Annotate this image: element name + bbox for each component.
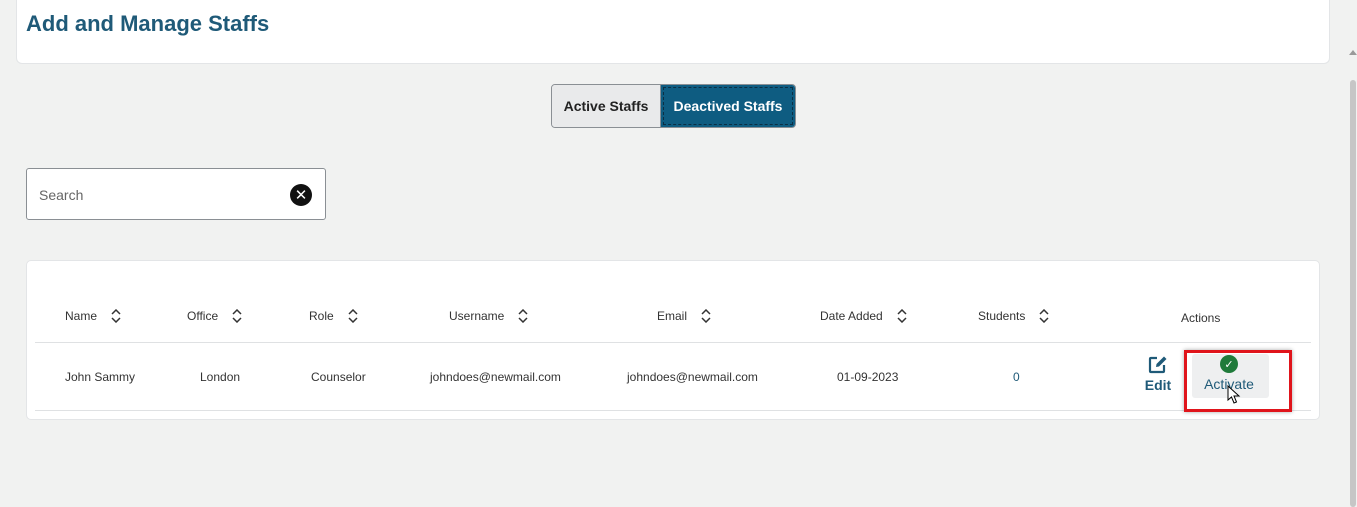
cell-username: johndoes@newmail.com [430,370,561,384]
sort-updown-icon[interactable] [348,309,358,323]
cell-office: London [200,370,241,384]
column-header-label: Office [187,309,219,323]
edit-label: Edit [1144,377,1172,393]
column-header-label: Email [657,309,688,323]
check-circle-icon: ✓ [1220,355,1238,373]
column-header-name[interactable]: Name [65,309,121,323]
row-divider [35,410,1311,411]
column-header-students[interactable]: Students [978,309,1049,323]
close-circle-icon[interactable]: ✕ [290,184,312,206]
column-header-username[interactable]: Username [449,309,528,323]
column-header-email[interactable]: Email [657,309,711,323]
column-header-label: Students [978,309,1026,323]
staff-status-toggle: Active Staffs Deactived Staffs [551,84,796,128]
column-header-actions: Actions [1181,311,1220,325]
cell-email: johndoes@newmail.com [627,370,758,384]
sort-updown-icon[interactable] [232,309,242,323]
edit-button[interactable]: Edit [1144,355,1172,395]
column-header-role[interactable]: Role [309,309,358,323]
column-header-label: Actions [1181,311,1221,325]
sort-updown-icon[interactable] [701,309,711,323]
column-header-label: Date Added [820,309,883,323]
cell-name: John Sammy [65,370,136,384]
edit-pencil-icon [1148,356,1167,374]
cell-students[interactable]: 0 [1013,370,1020,384]
cell-role: Counselor [311,370,366,384]
active-staffs-tab[interactable]: Active Staffs [552,85,661,127]
column-header-office[interactable]: Office [187,309,242,323]
scroll-up-arrow-icon[interactable] [1349,50,1357,55]
staff-table: Name Office Role Username Email Date Add… [26,260,1320,420]
header-divider [35,342,1311,343]
column-header-label: Role [309,309,334,323]
mouse-pointer-icon [1227,385,1241,404]
sort-updown-icon[interactable] [897,309,907,323]
sort-updown-icon[interactable] [111,309,121,323]
deactivated-staffs-tab[interactable]: Deactived Staffs [661,85,795,127]
column-header-label: Username [449,309,505,323]
column-header-date-added[interactable]: Date Added [820,309,907,323]
sort-updown-icon[interactable] [518,309,528,323]
vertical-scrollbar[interactable] [1349,0,1357,507]
page-title: Add and Manage Staffs [26,11,270,36]
header-card: Add and Manage Staffs [16,0,1330,64]
scroll-thumb[interactable] [1350,80,1356,507]
sort-updown-icon[interactable] [1039,309,1049,323]
column-header-label: Name [65,309,98,323]
search-box: ✕ [26,168,326,220]
search-input[interactable] [39,183,279,207]
cell-date-added: 01-09-2023 [837,370,899,384]
